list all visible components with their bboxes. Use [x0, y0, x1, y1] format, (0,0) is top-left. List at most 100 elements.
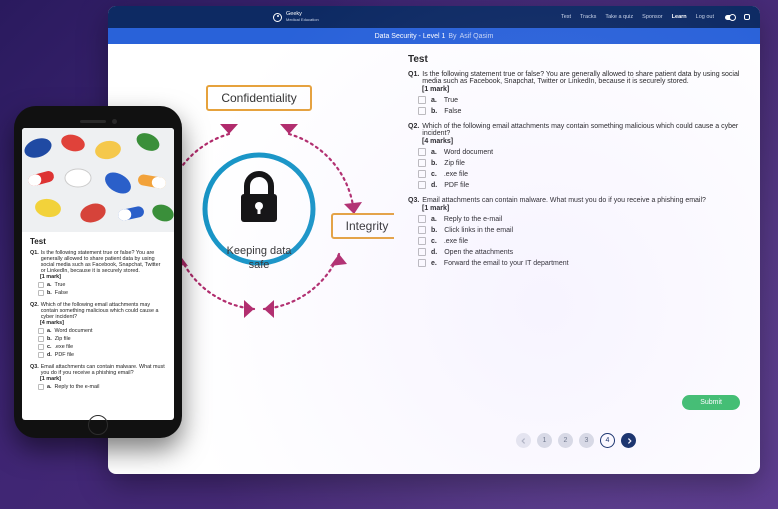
checkbox-icon[interactable] — [418, 96, 426, 104]
answer-option[interactable]: d.Open the attachments — [418, 248, 744, 256]
answer-option[interactable]: c..exe file — [418, 170, 744, 178]
option-label: Forward the email to your IT department — [444, 260, 569, 267]
answer-option[interactable]: b. Zip file — [418, 159, 744, 167]
option-letter: b. — [431, 108, 437, 115]
desktop-body: Keeping data safe — [108, 44, 760, 474]
account-toggle-icon[interactable] — [725, 15, 735, 20]
checkbox-icon[interactable] — [418, 148, 426, 156]
option-label: Reply to the e-mail — [55, 384, 100, 390]
nav-test[interactable]: Test — [561, 14, 571, 20]
question-marks: [1 mark] — [422, 86, 744, 93]
answer-option[interactable]: a. Word document — [38, 328, 166, 334]
home-button-icon[interactable] — [88, 415, 108, 435]
nav-sponsor[interactable]: Sponsor — [642, 14, 663, 20]
option-label: True — [55, 282, 66, 288]
checkbox-icon[interactable] — [418, 107, 426, 115]
question-number: Q3. — [30, 364, 39, 376]
checkbox-icon[interactable] — [38, 352, 44, 358]
answer-option[interactable]: a.Word document — [418, 148, 744, 156]
answer-option[interactable]: b. False — [418, 107, 744, 115]
brand-name: Geeky — [286, 12, 319, 18]
answer-option[interactable]: b. Zip file — [38, 336, 166, 342]
menu-icon[interactable] — [744, 14, 750, 20]
question-text: Is the following statement true or false… — [41, 250, 166, 274]
option-letter: d. — [431, 249, 437, 256]
checkbox-icon[interactable] — [38, 384, 44, 390]
app-topbar: Geeky Medical Education Test Tracks Take… — [108, 6, 760, 28]
nav-logout[interactable]: Log out — [696, 14, 714, 20]
option-label: Click links in the email — [444, 227, 513, 234]
checkbox-icon[interactable] — [418, 170, 426, 178]
checkbox-icon[interactable] — [418, 215, 426, 223]
option-label: .exe file — [444, 238, 468, 245]
course-titlebar: Data Security - Level 1 By Asif Qasim — [108, 28, 760, 44]
nav-quiz[interactable]: Take a quiz — [605, 14, 633, 20]
pager-4[interactable]: 4 — [600, 433, 615, 448]
option-label: Word document — [55, 328, 93, 334]
promo-stage: Geeky Medical Education Test Tracks Take… — [0, 0, 778, 509]
answer-option[interactable]: d.PDF file — [418, 181, 744, 189]
pager-1[interactable]: 1 — [537, 433, 552, 448]
nav-tracks[interactable]: Tracks — [580, 14, 596, 20]
by-label: By — [448, 33, 456, 40]
answer-option[interactable]: c. .exe file — [38, 344, 166, 350]
speaker-icon — [80, 120, 106, 123]
option-label: PDF file — [444, 182, 469, 189]
option-label: True — [444, 97, 458, 104]
question-number: Q1. — [30, 250, 39, 274]
checkbox-icon[interactable] — [418, 181, 426, 189]
question-text: Email attachments can contain malware. W… — [41, 364, 166, 376]
answer-option[interactable]: d. PDF file — [38, 352, 166, 358]
option-letter: a. — [47, 384, 52, 390]
option-letter: b. — [431, 160, 437, 167]
nav-learn[interactable]: Learn — [672, 14, 687, 20]
mobile-question: Q3. Email attachments can contain malwar… — [30, 364, 166, 390]
pills-image — [22, 128, 174, 232]
pager-3[interactable]: 3 — [579, 433, 594, 448]
checkbox-icon[interactable] — [38, 290, 44, 296]
option-letter: c. — [47, 344, 52, 350]
option-label: Zip file — [55, 336, 71, 342]
option-label: False — [444, 108, 461, 115]
camera-icon — [112, 119, 117, 124]
answer-option[interactable]: b. False — [38, 290, 166, 296]
option-label: False — [55, 290, 68, 296]
checkbox-icon[interactable] — [38, 282, 44, 288]
checkbox-icon[interactable] — [418, 237, 426, 245]
answer-option[interactable]: a. Reply to the e-mail — [38, 384, 166, 390]
checkbox-icon[interactable] — [418, 248, 426, 256]
checkbox-icon[interactable] — [38, 344, 44, 350]
checkbox-icon[interactable] — [38, 336, 44, 342]
option-letter: a. — [47, 282, 52, 288]
option-letter: a. — [431, 216, 437, 223]
answer-option[interactable]: a.True — [418, 96, 744, 104]
option-label: .exe file — [55, 344, 74, 350]
checkbox-icon[interactable] — [418, 226, 426, 234]
phone-screen: Test Q1. Is the following statement true… — [22, 128, 174, 420]
checkbox-icon[interactable] — [418, 159, 426, 167]
course-title: Data Security - Level 1 — [375, 33, 446, 40]
question: Q3.Email attachments can contain malware… — [408, 197, 744, 267]
question: Q1.Is the following statement true or fa… — [408, 71, 744, 115]
question-marks: [4 marks] — [40, 320, 166, 326]
mobile-test-heading: Test — [30, 237, 166, 246]
brand[interactable]: Geeky Medical Education — [273, 12, 319, 23]
answer-option[interactable]: a. True — [38, 282, 166, 288]
answer-option[interactable]: b.Click links in the email — [418, 226, 744, 234]
question-marks: [1 mark] — [40, 274, 166, 280]
submit-button[interactable]: Submit — [682, 395, 740, 410]
checkbox-icon[interactable] — [38, 328, 44, 334]
option-label: Zip file — [444, 160, 465, 167]
desktop-window: Geeky Medical Education Test Tracks Take… — [108, 6, 760, 474]
test-panel: Test Q1.Is the following statement true … — [408, 54, 744, 464]
svg-text:safe: safe — [249, 259, 270, 271]
pager-2[interactable]: 2 — [558, 433, 573, 448]
checkbox-icon[interactable] — [418, 259, 426, 267]
pager-next[interactable] — [621, 433, 636, 448]
answer-option[interactable]: c..exe file — [418, 237, 744, 245]
answer-option[interactable]: a.Reply to the e-mail — [418, 215, 744, 223]
option-letter: e. — [431, 260, 437, 267]
answer-option[interactable]: e. Forward the email to your IT departmen… — [418, 259, 744, 267]
question-text: Email attachments can contain malware. W… — [422, 197, 706, 204]
pager-prev[interactable] — [516, 433, 531, 448]
